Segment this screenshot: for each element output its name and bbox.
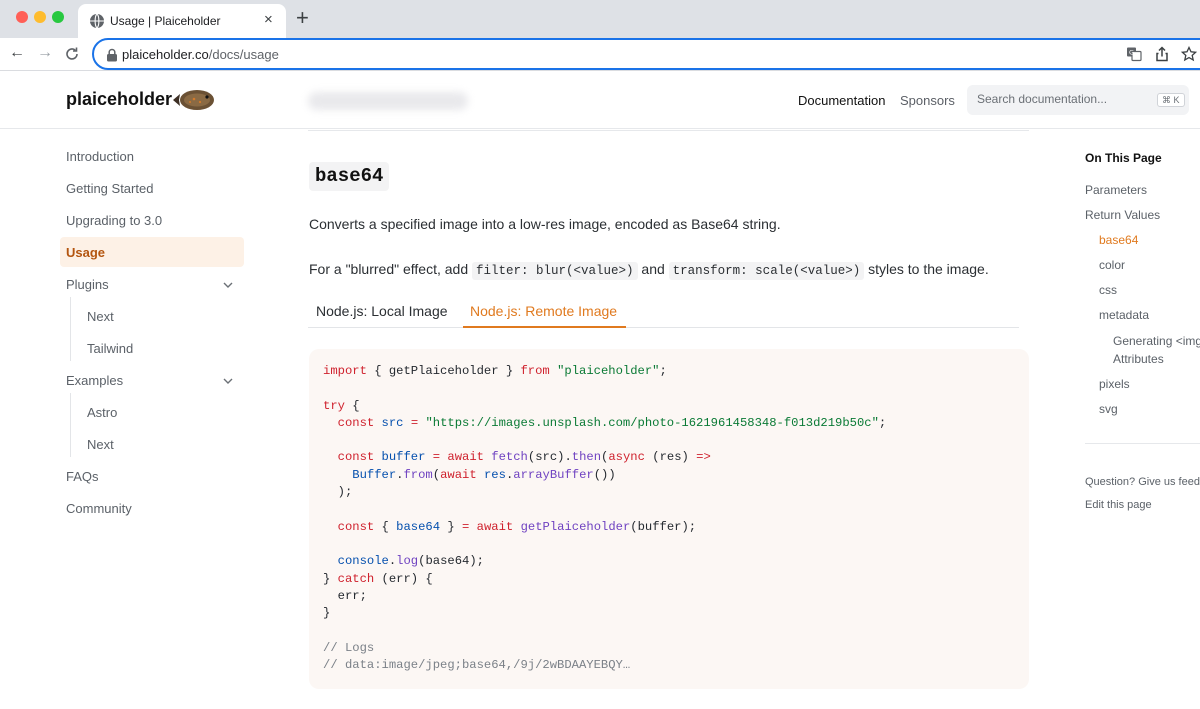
page-heading: base64 (309, 162, 390, 191)
sidebar-subtree-line (70, 297, 71, 361)
reload-icon[interactable] (64, 46, 80, 62)
sidebar-item-label: Usage (66, 245, 106, 260)
toc-item-return-values[interactable]: Return Values (1085, 208, 1160, 222)
edit-page-link[interactable]: Edit this page (1085, 499, 1152, 511)
sidebar-item-plugins-tailwind[interactable]: Tailwind (87, 341, 133, 356)
effect-suffix: styles to the image. (864, 261, 989, 277)
search-shortcut-badge: ⌘ K (1157, 93, 1185, 107)
table-of-contents: On This Page Parameters Return Values ba… (1085, 130, 1200, 709)
sidebar-item-usage[interactable]: Usage (60, 237, 244, 267)
site-logo[interactable]: plaiceholder (66, 89, 172, 110)
active-tab-indicator (463, 326, 626, 328)
toc-item-svg[interactable]: svg (1099, 402, 1118, 416)
search-box[interactable]: ⌘ K (967, 85, 1189, 115)
new-tab-button[interactable]: + (296, 6, 309, 30)
sidebar-item-examples-astro[interactable]: Astro (87, 405, 117, 420)
flatfish-icon (173, 90, 214, 110)
divider (1085, 443, 1200, 444)
blurred-placeholder (308, 92, 468, 110)
effect-and: and (637, 261, 669, 277)
toc-item-color[interactable]: color (1099, 258, 1125, 272)
effect-prefix: For a "blurred" effect, add (309, 261, 472, 277)
globe-icon (90, 13, 104, 29)
inline-code: transform: scale(<value>) (668, 262, 865, 280)
url-path: /docs/usage (208, 47, 279, 62)
toc-item-generating[interactable]: Generating <img> (1113, 334, 1200, 348)
browser-toolbar: ← → plaiceholder.co/docs/usage (0, 38, 1200, 71)
code-tabs: Node.js: Local Image Node.js: Remote Ima… (308, 296, 1019, 328)
translate-icon[interactable]: G (1126, 46, 1142, 62)
toc-item-metadata[interactable]: metadata (1099, 308, 1149, 322)
window-close-button[interactable] (16, 11, 28, 23)
code-block[interactable]: import { getPlaiceholder } from "plaiceh… (309, 349, 1029, 689)
lock-icon (107, 48, 117, 62)
svg-text:G: G (1129, 49, 1134, 57)
divider (308, 130, 1029, 131)
forward-arrow-icon[interactable]: → (37, 44, 53, 62)
sidebar-item-upgrading[interactable]: Upgrading to 3.0 (66, 213, 162, 228)
main-content: base64 Converts a specified image into a… (308, 130, 1029, 709)
url-host: plaiceholder.co (122, 47, 209, 62)
sidebar-item-introduction[interactable]: Introduction (66, 149, 134, 164)
description-text: Converts a specified image into a low-re… (309, 216, 781, 232)
sidebar-item-examples-next[interactable]: Next (87, 437, 114, 452)
chevron-down-icon[interactable] (222, 375, 234, 387)
toc-item-css[interactable]: css (1099, 283, 1117, 297)
window-zoom-button[interactable] (52, 11, 64, 23)
nav-documentation-link[interactable]: Documentation (798, 93, 885, 108)
effect-text: For a "blurred" effect, add filter: blur… (309, 261, 989, 280)
site-header: plaiceholder Documentation Sponsors ⌘ K (0, 72, 1200, 129)
feedback-link[interactable]: Question? Give us feedback (1085, 476, 1200, 488)
toc-item-parameters[interactable]: Parameters (1085, 183, 1147, 197)
tab-remote-image[interactable]: Node.js: Remote Image (470, 303, 617, 319)
inline-code: filter: blur(<value>) (472, 262, 638, 280)
sidebar-subtree-line (70, 393, 71, 457)
toc-title: On This Page (1085, 151, 1162, 165)
toc-item-base64[interactable]: base64 (1099, 233, 1138, 247)
share-icon[interactable] (1154, 46, 1170, 62)
sidebar-item-plugins-next[interactable]: Next (87, 309, 114, 324)
search-input[interactable] (977, 92, 1147, 106)
code-text: import { getPlaiceholder } from "plaiceh… (323, 364, 887, 673)
url-text: plaiceholder.co/docs/usage (122, 47, 279, 62)
address-bar[interactable]: plaiceholder.co/docs/usage (92, 38, 1200, 70)
docs-sidebar: Introduction Getting Started Upgrading t… (0, 130, 260, 709)
sidebar-item-plugins[interactable]: Plugins (66, 277, 109, 292)
close-icon[interactable]: × (264, 11, 273, 29)
back-arrow-icon[interactable]: ← (9, 44, 25, 62)
nav-sponsors-link[interactable]: Sponsors (900, 93, 955, 108)
sidebar-item-getting-started[interactable]: Getting Started (66, 181, 153, 196)
browser-tab[interactable]: Usage | Plaiceholder × (78, 4, 286, 38)
sidebar-item-examples[interactable]: Examples (66, 373, 123, 388)
tab-title: Usage | Plaiceholder (110, 14, 221, 28)
toc-item-pixels[interactable]: pixels (1099, 377, 1130, 391)
sidebar-item-community[interactable]: Community (66, 501, 132, 516)
toc-item-attributes[interactable]: Attributes (1113, 352, 1164, 366)
window-minimize-button[interactable] (34, 11, 46, 23)
tab-local-image[interactable]: Node.js: Local Image (316, 303, 448, 319)
star-icon[interactable] (1181, 46, 1197, 62)
browser-tab-bar: Usage | Plaiceholder × + (0, 0, 1200, 38)
sidebar-item-faqs[interactable]: FAQs (66, 469, 99, 484)
chevron-down-icon[interactable] (222, 279, 234, 291)
